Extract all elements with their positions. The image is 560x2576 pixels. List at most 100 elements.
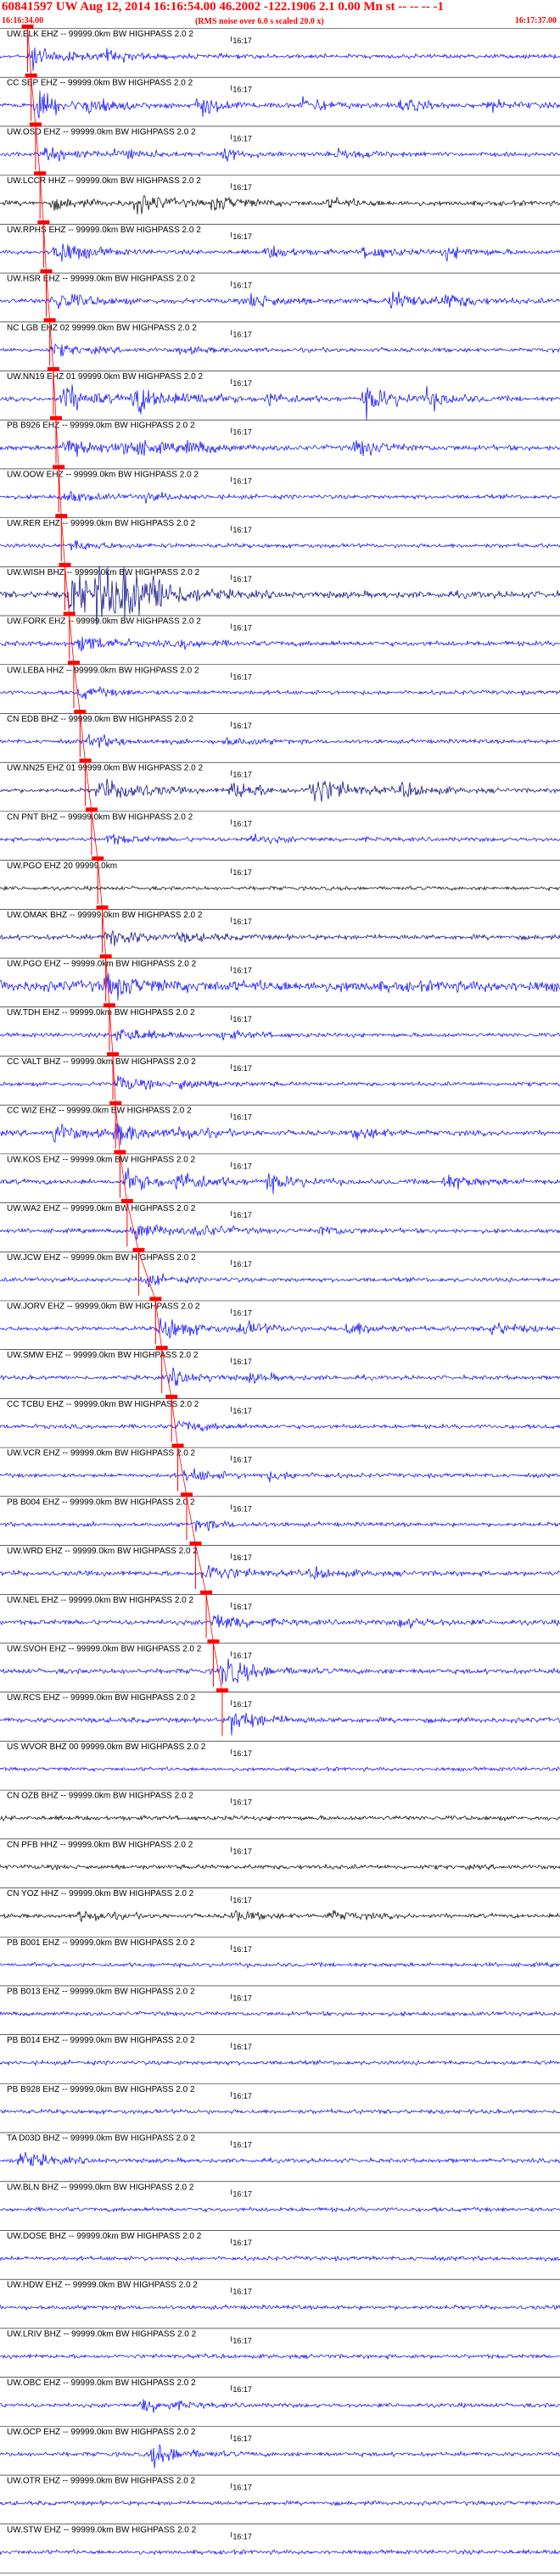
station-label: UW.NN19 EHZ 01 99999.0km BW HIGHPASS 2.0… — [7, 372, 203, 382]
time-tick-label: 16:17 — [232, 917, 252, 926]
time-tick-label: 16:17 — [232, 1260, 252, 1268]
trace-group: UW.BLN BHZ -- 99999.0km BW HIGHPASS 2.0 … — [0, 2181, 560, 2213]
trace-group: UW.HSR EHZ -- 99999.0km BW HIGHPASS 2.0 … — [0, 269, 560, 317]
trace-group: CC SEP EHZ -- 99999.0km BW HIGHPASS 2.0 … — [0, 73, 560, 121]
time-tick-label: 16:17 — [232, 330, 252, 338]
time-tick-label: 16:17 — [232, 575, 252, 583]
seismogram-page: 60841597 UW Aug 12, 2014 16:16:54.00 46.… — [0, 0, 560, 2576]
station-label: CC VALT BHZ -- 99999.0km BW HIGHPASS 2.0… — [7, 1057, 196, 1067]
trace-group: UW.TDH EHZ -- 99999.0km BW HIGHPASS 2.0 … — [0, 1003, 560, 1051]
waveform — [0, 540, 560, 551]
station-label: UW.LCCR HHZ -- 99999.0km BW HIGHPASS 2.0… — [7, 176, 201, 186]
trace-group: UW.NN19 EHZ 01 99999.0km BW HIGHPASS 2.0… — [0, 366, 560, 421]
waveform — [0, 147, 560, 162]
time-tick-label: 16:17 — [232, 1162, 252, 1170]
station-label: NC LGB EHZ 02 99999.0km BW HIGHPASS 2.0 … — [7, 323, 197, 332]
waveform — [0, 1766, 560, 1773]
trace-group: UW.OCP EHZ -- 99999.0km BW HIGHPASS 2.0 … — [0, 2426, 560, 2468]
station-label: UW.OOW EHZ -- 99999.0km BW HIGHPASS 2.0 … — [7, 470, 199, 479]
station-label: UW.FORK EHZ -- 99999.0km BW HIGHPASS 2.0… — [7, 617, 201, 627]
trace-group: UW.OSD EHZ -- 99999.0km BW HIGHPASS 2.0 … — [0, 122, 560, 170]
station-label: UW.JCW EHZ -- 99999.0km BW HIGHPASS 2.0 … — [7, 1253, 196, 1263]
waveform — [0, 733, 560, 749]
waveform — [0, 2205, 560, 2213]
waveform — [0, 194, 560, 215]
trace-group: UW.WA2 EHZ -- 99999.0km BW HIGHPASS 2.0 … — [0, 1199, 560, 1247]
waveform — [0, 1658, 560, 1685]
time-tick-label: 16:17 — [232, 526, 252, 534]
waveform — [0, 1273, 560, 1288]
trace-group: PB B926 EHZ -- 99999.0km BW HIGHPASS 2.0… — [0, 415, 560, 464]
trace-group: UW.PGO EHZ 20 99999.0km 16:17 — [0, 856, 560, 905]
station-label: UW.STW EHZ -- 99999.0km BW HIGHPASS 2.0 … — [7, 2525, 197, 2534]
waveform — [0, 384, 560, 421]
waveform — [0, 1168, 560, 1195]
trace-group: CC VALT BHZ -- 99999.0km BW HIGHPASS 2.0… — [0, 1051, 560, 1100]
trace-group: UW.SMW EHZ -- 99999.0km BW HIGHPASS 2.0 … — [0, 1346, 560, 1394]
trace-group: NC LGB EHZ 02 99999.0km BW HIGHPASS 2.0 … — [0, 318, 560, 366]
time-tick-label: 16:17 — [232, 672, 252, 681]
waveform — [0, 884, 560, 892]
trace-group: UW.SVOH EHZ -- 99999.0km BW HIGHPASS 2.0… — [0, 1639, 560, 1687]
station-label: UW.LEBA HHZ -- 99999.0km BW HIGHPASS 2.0… — [7, 666, 199, 675]
waveform — [0, 2499, 560, 2506]
waveform — [0, 1614, 560, 1629]
waveform — [0, 1367, 560, 1386]
station-label: CN EDB BHZ -- 99999.0km BW HIGHPASS 2.0 … — [7, 715, 193, 724]
waveform — [0, 1910, 560, 1923]
trace-group: CN YOZ HHZ -- 99999.0km BW HIGHPASS 2.0 … — [0, 1887, 560, 1923]
station-label: CN OZB BHZ -- 99999.0km BW HIGHPASS 2.0 … — [7, 1792, 193, 1801]
time-tick-label: 16:17 — [232, 624, 252, 633]
time-tick-label: 16:17 — [232, 1504, 252, 1513]
station-label: UW.SMW EHZ -- 99999.0km BW HIGHPASS 2.0 … — [7, 1351, 199, 1360]
station-label: TA D03D BHZ -- 99999.0km BW HIGHPASS 2.0… — [7, 2134, 195, 2144]
trace-group: UW.LEBA HHZ -- 99999.0km BW HIGHPASS 2.0… — [0, 661, 560, 709]
time-tick-label: 16:17 — [232, 36, 252, 45]
station-label: UW.OTR EHZ -- 99999.0km BW HIGHPASS 2.0 … — [7, 2477, 196, 2486]
trace-group: CN PFB HHZ -- 99999.0km BW HIGHPASS 2.0 … — [0, 1838, 560, 1871]
time-tick-label: 16:17 — [232, 134, 252, 142]
time-tick-label: 16:17 — [232, 2189, 252, 2198]
trace-group: CN PNT BHZ -- 99999.0km BW HIGHPASS 2.0 … — [0, 807, 560, 856]
time-tick-label: 16:17 — [232, 232, 252, 241]
waveform — [0, 2255, 560, 2262]
station-label: UW.NN25 EHZ 01 99999.0km BW HIGHPASS 2.0… — [7, 764, 203, 773]
trace-group: UW.LRIV BHZ -- 99999.0km BW HIGHPASS 2.0… — [0, 2328, 560, 2361]
station-label: CN PNT BHZ -- 99999.0km BW HIGHPASS 2.0 … — [7, 812, 193, 822]
time-tick-label: 16:17 — [232, 1358, 252, 1366]
trace-group: UW.NEL EHZ -- 99999.0km BW HIGHPASS 2.0 … — [0, 1590, 560, 1638]
station-label: UW.KOS EHZ -- 99999.0km BW HIGHPASS 2.0 … — [7, 1155, 196, 1164]
station-label: UW.VCR EHZ -- 99999.0km BW HIGHPASS 2.0 … — [7, 1449, 196, 1458]
waveform — [0, 2444, 560, 2468]
station-label: UW.OBC EHZ -- 99999.0km BW HIGHPASS 2.0 … — [7, 2378, 196, 2388]
trace-group: US WVOR BHZ 00 99999.0km BW HIGHPASS 2.0… — [0, 1741, 560, 1773]
trace-group: PB B001 EHZ -- 99999.0km BW HIGHPASS 2.0… — [0, 1936, 560, 1969]
trace-group: UW.VCR EHZ -- 99999.0km BW HIGHPASS 2.0 … — [0, 1443, 560, 1492]
waveform — [0, 1564, 560, 1580]
time-tick-label: 16:17 — [232, 1945, 252, 1954]
station-label: PB B014 EHZ -- 99999.0km BW HIGHPASS 2.0… — [7, 2036, 195, 2045]
station-label: UW.PGO EHZ -- 99999.0km BW HIGHPASS 2.0 … — [7, 960, 197, 969]
time-tick-label: 16:17 — [232, 2484, 252, 2492]
trace-group: UW.PGO EHZ -- 99999.0km BW HIGHPASS 2.0 … — [0, 954, 560, 1002]
station-label: UW.WISH BHZ -- 99999.0km BW HIGHPASS 2.0… — [7, 568, 200, 577]
trace-group: UW.NN25 EHZ 01 99999.0km BW HIGHPASS 2.0… — [0, 758, 560, 806]
trace-group: CC TCBU EHZ -- 99999.0km BW HIGHPASS 2.0… — [0, 1394, 560, 1442]
trace-group: UW.RPHS EHZ -- 99999.0km BW HIGHPASS 2.0… — [0, 220, 560, 268]
time-tick-label: 16:17 — [232, 1896, 252, 1904]
waveform — [0, 973, 560, 1001]
time-tick-label: 16:17 — [232, 1064, 252, 1073]
station-label: UW.HDW EHZ -- 99999.0km BW HIGHPASS 2.0 … — [7, 2281, 198, 2290]
trace-group: PB B928 EHZ -- 99999.0km BW HIGHPASS 2.0… — [0, 2083, 560, 2116]
waveform — [0, 2152, 560, 2166]
waveform — [0, 2352, 560, 2361]
waveform — [0, 439, 560, 457]
time-tick-label: 16:17 — [232, 1603, 252, 1611]
trace-group: UW.OMAK BHZ -- 99999.0km BW HIGHPASS 2.0… — [0, 905, 560, 953]
station-label: CC WIZ EHZ -- 99999.0km BW HIGHPASS 2.0 … — [7, 1107, 192, 1116]
trace-group: UW.OTR EHZ -- 99999.0km BW HIGHPASS 2.0 … — [0, 2474, 560, 2506]
station-label: UW.RCS EHZ -- 99999.0km BW HIGHPASS 2.0 … — [7, 1693, 196, 1703]
trace-group: PB B004 EHZ -- 99999.0km BW HIGHPASS 2.0… — [0, 1492, 560, 1541]
time-tick-label: 16:17 — [232, 1553, 252, 1562]
time-tick-label: 16:17 — [232, 1015, 252, 1023]
